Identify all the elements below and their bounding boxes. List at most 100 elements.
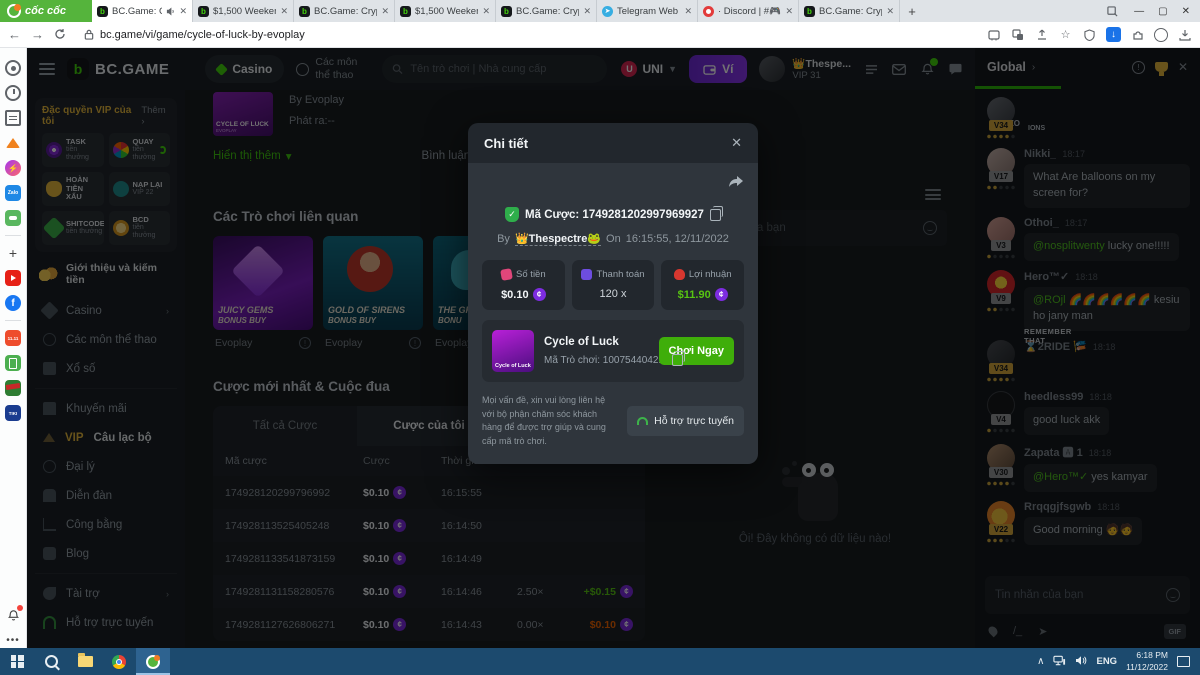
game-card-gold-of-sirens[interactable]: GOLD OF SIRENSBONUS BUY Evoplay! [323,236,423,349]
language-indicator[interactable]: ENG [1096,656,1117,667]
bookmark-star-icon[interactable]: ☆ [1058,27,1073,42]
mention[interactable]: @Hero™✓ [1033,471,1088,483]
chat-username[interactable]: Zapata 🅰 1 [1024,444,1083,460]
emoji-icon[interactable] [1166,588,1180,602]
modal-close-icon[interactable]: ✕ [731,135,742,151]
tile-shitcode[interactable]: SHITCODEtiền thưởng [42,211,104,245]
sidebar-item-sponsorship[interactable]: Tài trợ› [35,579,177,608]
crown-icon[interactable] [5,135,21,151]
start-button[interactable] [0,648,34,675]
sidebar-item-fairness[interactable]: Công bằng [35,510,177,539]
commands-icon[interactable]: /_ [1013,625,1022,637]
coccoc-menu-button[interactable]: cốc cốc [0,0,92,22]
copy-icon[interactable] [672,354,683,366]
tab-audio-icon[interactable] [166,7,175,16]
taskbar-search-button[interactable] [34,648,68,675]
tab-close-icon[interactable]: ✕ [684,6,692,17]
emoji-icon[interactable] [923,221,937,235]
table-row[interactable]: 1749281127626806271 $0.10¢ 16:14:43 0.00… [213,608,645,641]
browser-tab[interactable]: b BC.Game: Crypto Ca ✕ [496,0,597,22]
chat-username[interactable]: heedless99 [1024,391,1083,403]
tab-all-bets[interactable]: Tất cả Cược [213,406,357,446]
copy-icon[interactable] [710,209,721,221]
forward-button[interactable]: → [31,28,44,41]
sidebar-item-live-support[interactable]: Hỗ trợ trực tuyến [35,608,177,637]
sidebar-item-promotions[interactable]: Khuyến mãi [35,394,177,423]
table-row[interactable]: 1749281131158280576 $0.10¢ 16:14:46 2.50… [213,575,645,608]
mention[interactable]: @ROjl [1033,294,1066,306]
chat-username[interactable]: Rrqqgjfsgwb [1024,501,1091,513]
chat-username[interactable]: Hero™✓ [1024,270,1069,283]
history-icon[interactable] [5,85,21,101]
browser-tab[interactable]: b BC.Game: Crypto Ca ✕ [799,0,900,22]
chat-input[interactable] [995,589,1158,601]
nav-casino-button[interactable]: Casino [205,55,284,83]
bcgame-logo[interactable]: b BC.GAME [67,58,169,80]
sidebar-item-blog[interactable]: Blog [35,539,177,568]
education-icon[interactable] [5,380,21,396]
hamburger-menu-icon[interactable] [39,63,55,75]
new-tab-button[interactable]: + [900,0,924,22]
show-more-link[interactable]: Hiển thị thêm▾ [213,149,292,163]
game-search[interactable] [382,55,607,83]
referral-link[interactable]: Giới thiệu và kiếm tiền [35,252,177,296]
vip-more-link[interactable]: Thêm › [141,105,170,127]
chat-close-icon[interactable]: ✕ [1178,60,1188,74]
rocket-icon[interactable]: ➤ [1038,625,1047,638]
sidebar-item-casino[interactable]: Casino› [35,296,177,325]
info-icon[interactable]: ! [299,337,311,349]
file-explorer-button[interactable] [68,648,102,675]
comments-sort-icon[interactable] [925,189,941,200]
youtube-icon[interactable] [5,270,21,286]
close-button[interactable]: ✕ [1182,6,1190,17]
shield-icon[interactable] [1082,27,1097,42]
tray-expand-icon[interactable]: ∧ [1037,656,1044,667]
gif-button[interactable]: GIF [1164,624,1187,639]
play-now-button[interactable]: Chơi Ngay [659,337,735,365]
sidebar-item-vip-club[interactable]: VIPCâu lạc bộ [35,423,177,452]
search-input[interactable] [410,63,597,75]
tab-close-icon[interactable]: ✕ [381,6,389,17]
user-profile[interactable]: 👑Thespe... VIP 31 [759,56,851,82]
share-icon[interactable] [1034,27,1049,42]
chat-input-box[interactable] [985,576,1190,614]
table-row[interactable]: 174928113525405248 $0.10¢ 16:14:50 [213,509,645,542]
add-shortcut-icon[interactable]: + [5,245,21,261]
rain-icon[interactable] [987,625,1000,638]
browser-tab[interactable]: b $1,500 Weekend Evo ✕ [193,0,294,22]
browser-tab[interactable]: b BC.Game: Crypto ✕ [92,0,193,22]
tab-close-icon[interactable]: ✕ [785,6,793,17]
sidebar-item-forum[interactable]: Diễn đàn [35,481,177,510]
chat-username[interactable]: Nikki_ [1024,148,1056,160]
table-row[interactable]: 1749281133541873159 $0.10¢ 16:14:49 [213,542,645,575]
profile-icon[interactable] [1154,28,1168,42]
tab-close-icon[interactable]: ✕ [482,6,490,17]
share-icon[interactable] [728,175,744,189]
sidebar-item-lottery[interactable]: Xổ số [35,354,177,383]
chat-rules-icon[interactable]: ! [1132,61,1145,74]
volume-icon[interactable] [1075,655,1087,669]
mail-icon[interactable] [891,61,907,77]
capture-icon[interactable] [986,27,1001,42]
messenger-icon[interactable] [5,160,21,176]
tab-close-icon[interactable]: ✕ [886,6,894,17]
info-icon[interactable]: ! [409,337,421,349]
tile-task-bonus[interactable]: TASKtiền thưởng [42,133,104,167]
downloads-tray-icon[interactable] [1177,27,1192,42]
chat-toggle-icon[interactable] [947,61,963,77]
chat-username[interactable]: Othoi_ [1024,217,1059,229]
translate-icon[interactable] [1010,27,1025,42]
chat-room-title[interactable]: Global [987,60,1026,74]
notifications-bell-icon[interactable] [919,61,935,77]
taskbar-clock[interactable]: 6:18 PM 11/12/2022 [1126,650,1168,672]
reload-button[interactable] [54,28,66,42]
player-name[interactable]: 👑Thespectre🐸 [515,232,601,246]
more-icon[interactable]: ••• [5,632,21,648]
sidebar-item-affiliate[interactable]: Đại lý [35,452,177,481]
coccoc-button[interactable] [136,648,170,675]
settings-gear-icon[interactable] [5,60,21,76]
minimize-button[interactable]: — [1134,6,1144,17]
mention[interactable]: @nosplitwenty [1033,240,1105,252]
tile-bcd-bonus[interactable]: BCDtiền thưởng [109,211,171,245]
download-active-icon[interactable]: ↓ [1106,27,1121,42]
